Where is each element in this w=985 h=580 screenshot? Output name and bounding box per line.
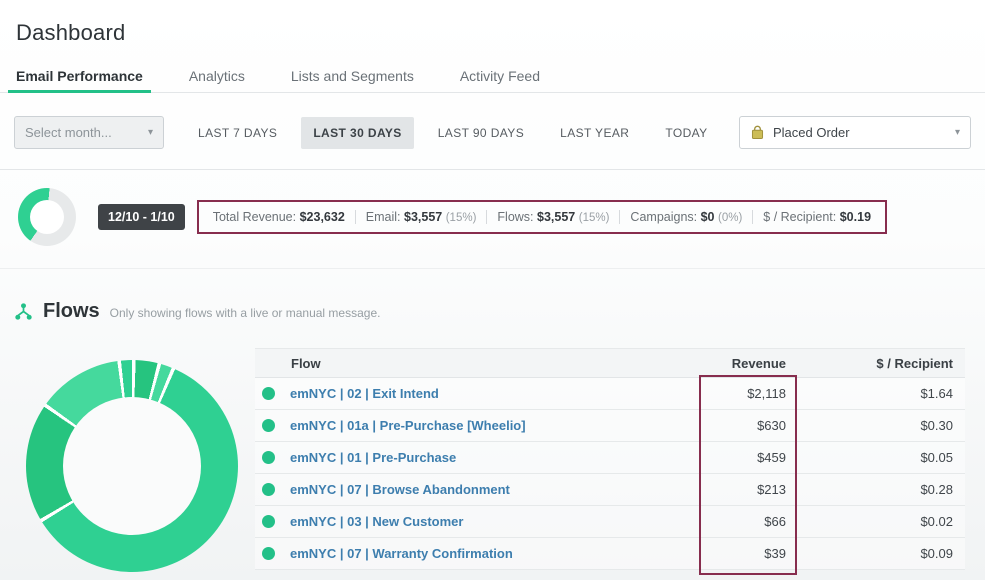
range-last-30-days[interactable]: LAST 30 DAYS (301, 117, 413, 149)
divider (0, 169, 985, 170)
tab-email-performance[interactable]: Email Performance (8, 60, 151, 93)
column-header-flow: Flow (255, 356, 705, 371)
shopping-bag-icon (750, 125, 765, 140)
recipient-cell: $0.09 (800, 546, 965, 561)
tab-lists-and-segments[interactable]: Lists and Segments (283, 60, 422, 93)
stat-label: Flows: (497, 210, 533, 224)
stat-suffix: (15%) (446, 212, 477, 224)
flow-link[interactable]: emNYC | 07 | Warranty Confirmation (290, 546, 513, 561)
summary-stat: Email: $3,557 (15%) (355, 210, 487, 224)
recipient-cell: $0.30 (800, 418, 965, 433)
flow-status-dot (262, 451, 275, 464)
filter-bar: Select month... ▾ LAST 7 DAYS LAST 30 DA… (14, 116, 971, 149)
stat-value: $23,632 (300, 210, 345, 224)
page-title: Dashboard (16, 20, 125, 46)
dashboard-page: Dashboard Email Performance Analytics Li… (0, 0, 985, 580)
range-today[interactable]: TODAY (653, 117, 719, 149)
flow-cell: emNYC | 01 | Pre-Purchase (255, 450, 705, 465)
flows-donut-hole (63, 397, 201, 535)
date-range-badge: 12/10 - 1/10 (98, 204, 185, 230)
table-row: emNYC | 03 | New Customer $66 $0.02 (255, 506, 965, 538)
recipient-cell: $1.64 (800, 386, 965, 401)
flows-donut-chart (26, 360, 238, 572)
range-last-year[interactable]: LAST YEAR (548, 117, 641, 149)
range-last-90-days[interactable]: LAST 90 DAYS (426, 117, 536, 149)
metric-select[interactable]: Placed Order ▾ (739, 116, 971, 149)
stat-suffix: (0%) (718, 212, 742, 224)
tab-analytics[interactable]: Analytics (181, 60, 253, 93)
table-row: emNYC | 02 | Exit Intend $2,118 $1.64 (255, 378, 965, 410)
revenue-cell: $459 (705, 450, 800, 465)
stat-value: $3,557 (404, 210, 442, 224)
stat-label: Total Revenue: (213, 210, 296, 224)
table-header-row: Flow Revenue $ / Recipient (255, 348, 965, 378)
table-row: emNYC | 07 | Warranty Confirmation $39 $… (255, 538, 965, 570)
recipient-cell: $0.05 (800, 450, 965, 465)
range-last-7-days[interactable]: LAST 7 DAYS (186, 117, 289, 149)
flow-status-dot (262, 483, 275, 496)
flow-status-dot (262, 515, 275, 528)
recipient-cell: $0.28 (800, 482, 965, 497)
stat-value: $0.19 (840, 210, 871, 224)
summary-stat: Campaigns: $0 (0%) (619, 210, 752, 224)
summary-row: 12/10 - 1/10 Total Revenue: $23,632 Emai… (18, 188, 975, 246)
revenue-cell: $66 (705, 514, 800, 529)
tab-activity-feed[interactable]: Activity Feed (452, 60, 548, 93)
column-header-revenue: Revenue (705, 356, 800, 371)
summary-donut-chart (18, 188, 76, 246)
flows-table: Flow Revenue $ / Recipient emNYC | 02 | … (255, 348, 965, 570)
revenue-cell: $2,118 (705, 386, 800, 401)
flows-section-header: Flows Only showing flows with a live or … (14, 300, 380, 323)
flow-cell: emNYC | 03 | New Customer (255, 514, 705, 529)
flows-icon (14, 302, 33, 321)
flow-link[interactable]: emNYC | 07 | Browse Abandonment (290, 482, 510, 497)
flows-subtitle: Only showing flows with a live or manual… (110, 306, 381, 320)
table-row: emNYC | 07 | Browse Abandonment $213 $0.… (255, 474, 965, 506)
flow-link[interactable]: emNYC | 01 | Pre-Purchase (290, 450, 456, 465)
flows-title: Flows (43, 300, 100, 323)
flow-link[interactable]: emNYC | 03 | New Customer (290, 514, 463, 529)
tab-bar: Email Performance Analytics Lists and Se… (8, 60, 548, 93)
flow-status-dot (262, 419, 275, 432)
revenue-cell: $630 (705, 418, 800, 433)
flow-link[interactable]: emNYC | 02 | Exit Intend (290, 386, 439, 401)
divider (0, 268, 985, 269)
month-select-value: Select month... (25, 125, 112, 140)
stat-suffix: (15%) (579, 212, 610, 224)
recipient-cell: $0.02 (800, 514, 965, 529)
summary-stat: $ / Recipient: $0.19 (752, 210, 881, 224)
revenue-cell: $39 (705, 546, 800, 561)
chevron-down-icon: ▾ (955, 128, 960, 138)
column-header-recipient: $ / Recipient (800, 356, 965, 371)
metric-select-value: Placed Order (773, 125, 850, 140)
flow-status-dot (262, 387, 275, 400)
summary-donut-hole (30, 200, 64, 234)
flow-cell: emNYC | 07 | Warranty Confirmation (255, 546, 705, 561)
date-range-buttons: LAST 7 DAYS LAST 30 DAYS LAST 90 DAYS LA… (186, 117, 720, 149)
stat-label: $ / Recipient: (763, 210, 836, 224)
stat-value: $3,557 (537, 210, 575, 224)
flow-status-dot (262, 547, 275, 560)
stat-label: Email: (366, 210, 401, 224)
summary-stat: Total Revenue: $23,632 (203, 210, 355, 224)
table-row: emNYC | 01a | Pre-Purchase [Wheelio] $63… (255, 410, 965, 442)
summary-stat: Flows: $3,557 (15%) (486, 210, 619, 224)
revenue-cell: $213 (705, 482, 800, 497)
flow-link[interactable]: emNYC | 01a | Pre-Purchase [Wheelio] (290, 418, 526, 433)
flow-cell: emNYC | 02 | Exit Intend (255, 386, 705, 401)
month-select[interactable]: Select month... ▾ (14, 116, 164, 149)
stat-label: Campaigns: (630, 210, 697, 224)
chevron-down-icon: ▾ (148, 128, 153, 138)
stat-value: $0 (701, 210, 715, 224)
flow-cell: emNYC | 01a | Pre-Purchase [Wheelio] (255, 418, 705, 433)
flow-cell: emNYC | 07 | Browse Abandonment (255, 482, 705, 497)
summary-stats: Total Revenue: $23,632 Email: $3,557 (15… (197, 200, 887, 234)
table-row: emNYC | 01 | Pre-Purchase $459 $0.05 (255, 442, 965, 474)
